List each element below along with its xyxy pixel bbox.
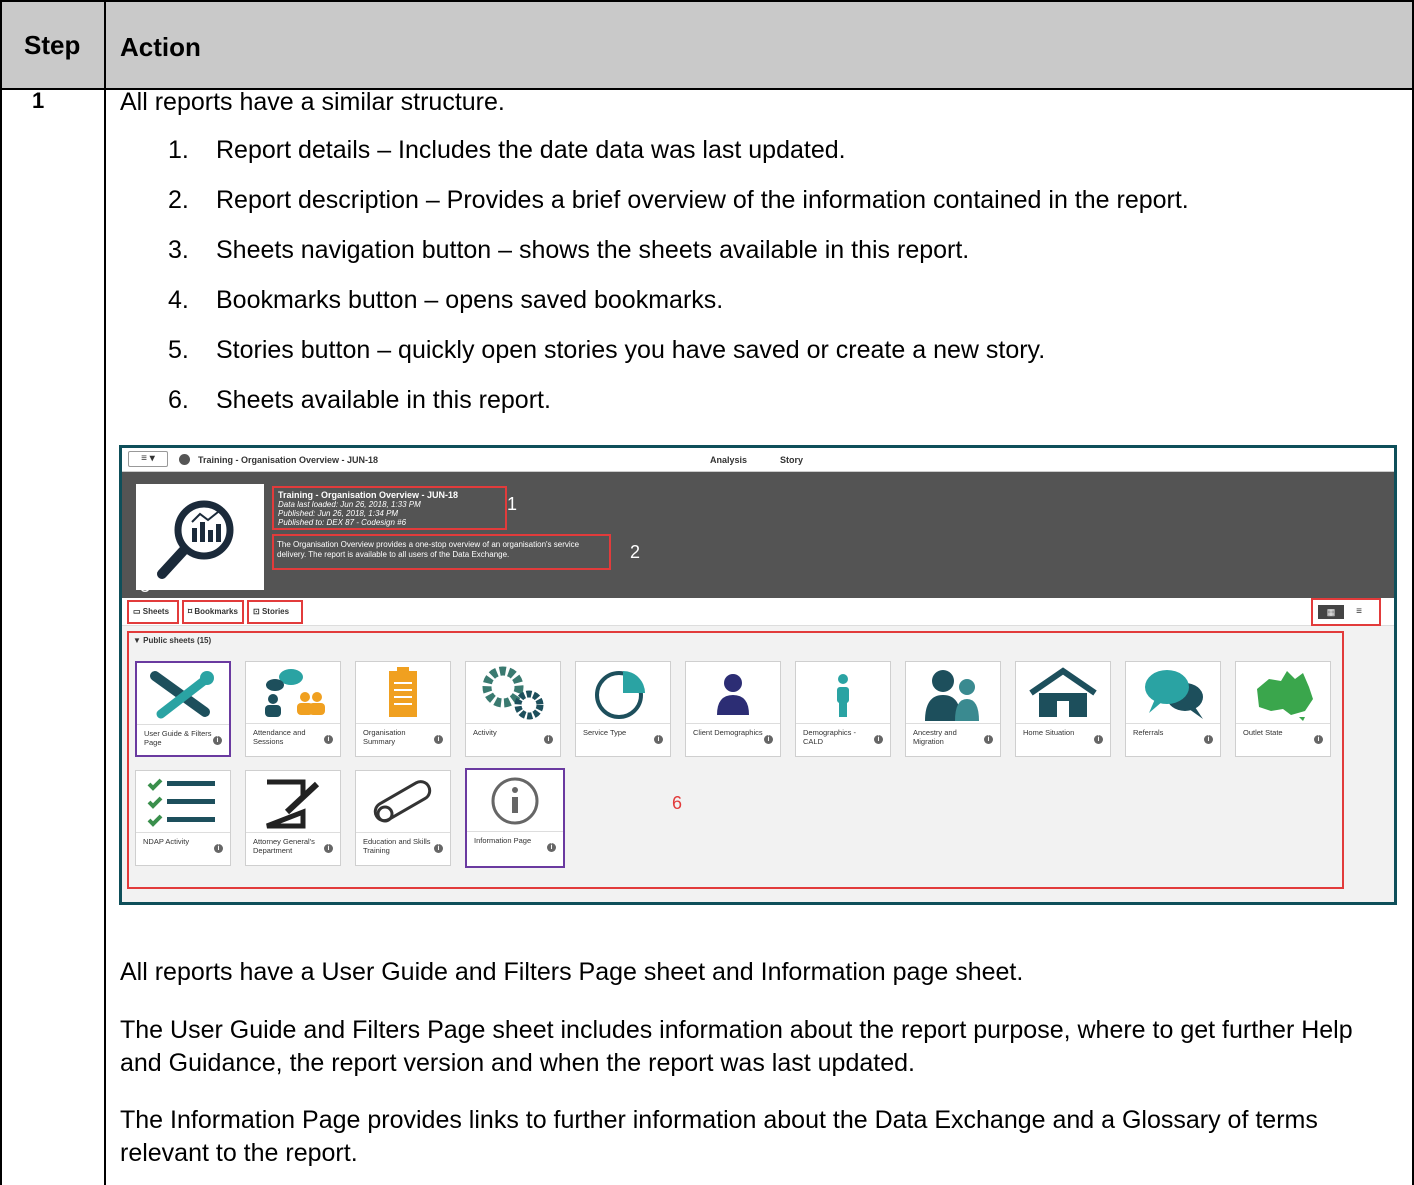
public-sheets-label[interactable]: ▼ Public sheets (15) [133, 636, 211, 645]
sheet-tabbar: ▭ Sheets ⌑ Bookmarks ⊡ Stories ▦ ≡ [122, 598, 1394, 626]
list-view-icon[interactable]: ≡ [1346, 605, 1372, 619]
step-number: 1 [32, 88, 45, 113]
marker-6: 6 [672, 793, 683, 813]
sheet-card-activity[interactable]: Activity i [465, 661, 561, 757]
marker-2: 2 [630, 542, 641, 562]
sheet-card-organisation-summary[interactable]: Organisation Summary i [355, 661, 451, 757]
marker-3: 3 [140, 576, 151, 596]
sheets-tab[interactable]: ▭ Sheets [127, 600, 179, 624]
sheet-card-attendance[interactable]: Attendance and Sessions i [245, 661, 341, 757]
person-icon [717, 673, 749, 715]
info-icon[interactable]: i [1094, 735, 1103, 744]
sheet-card-service-type[interactable]: Service Type i [575, 661, 671, 757]
marker-4: 4 [202, 574, 213, 594]
magnifier-chart-icon [157, 500, 234, 579]
sheet-card-education[interactable]: Education and Skills Training i [355, 770, 451, 866]
info-icon[interactable]: i [434, 844, 443, 853]
sheet-card-attorney-general[interactable]: Attorney General's Department i [245, 770, 341, 866]
report-description-box: The Organisation Overview provides a one… [272, 534, 611, 570]
info-icon[interactable]: i [324, 844, 333, 853]
sheet-card-home-situation[interactable]: Home Situation i [1015, 661, 1111, 757]
info-icon[interactable]: i [434, 735, 443, 744]
nav-analysis[interactable]: Analysis [710, 455, 747, 465]
gears-icon [482, 666, 544, 719]
menu-button[interactable]: ≡ ▾ [128, 451, 168, 467]
list-item: 5. Stories button – quickly open stories … [168, 336, 1046, 364]
report-details-box: Training - Organisation Overview - JUN-1… [272, 486, 507, 530]
info-icon[interactable]: i [547, 843, 556, 852]
column-divider [104, 0, 106, 1185]
edit-document-icon [266, 779, 320, 828]
clipboard-icon [389, 666, 417, 717]
sheet-card-client-demographics[interactable]: Client Demographics i [685, 661, 781, 757]
list-item: 2. Report description – Provides a brief … [168, 186, 1189, 214]
info-circle-icon [491, 777, 539, 824]
sheet-card-outlet-state[interactable]: Outlet State i [1235, 661, 1331, 757]
australia-map-icon [1257, 670, 1313, 721]
info-icon[interactable]: i [213, 736, 222, 745]
info-icon[interactable]: i [874, 735, 883, 744]
stories-tab[interactable]: ⊡ Stories [247, 600, 303, 624]
marker-5: 5 [250, 574, 261, 594]
paragraph-2: The User Guide and Filters Page sheet in… [120, 1016, 1353, 1077]
two-people-icon [925, 669, 979, 721]
info-icon[interactable]: i [1204, 735, 1213, 744]
tools-icon [150, 670, 214, 718]
table-header: Step Action [2, 0, 1412, 90]
info-icon[interactable]: i [984, 735, 993, 744]
structure-list: 1. Report details – Includes the date dat… [168, 136, 1189, 436]
instruction-table: Step Action 1 All reports have a similar… [0, 0, 1414, 1185]
bookmarks-tab[interactable]: ⌑ Bookmarks [182, 600, 244, 624]
list-item: 4. Bookmarks button – opens saved bookmar… [168, 286, 724, 314]
info-icon[interactable]: i [654, 735, 663, 744]
paragraph-3: The Information Page provides links to f… [120, 1106, 1318, 1167]
nav-story[interactable]: Story [780, 455, 803, 465]
report-header-panel: Training - Organisation Overview - JUN-1… [122, 472, 1394, 598]
house-icon [1029, 666, 1097, 717]
header-step: Step [24, 30, 81, 60]
sheet-card-demographics-cald[interactable]: Demographics - CALD i [795, 661, 891, 757]
public-sheets-area: ▼ Public sheets (15) User Guide & Filter… [127, 631, 1344, 889]
header-action: Action [120, 32, 201, 62]
speech-bubbles-icon [1145, 669, 1203, 719]
sheet-card-ancestry[interactable]: Ancestry and Migration i [905, 661, 1001, 757]
info-icon[interactable]: i [214, 844, 223, 853]
info-icon[interactable]: i [544, 735, 553, 744]
info-icon[interactable]: i [324, 735, 333, 744]
grid-view-icon[interactable]: ▦ [1318, 605, 1344, 619]
sheet-card-information-page[interactable]: Information Page i [465, 768, 565, 868]
sheet-card-referrals[interactable]: Referrals i [1125, 661, 1221, 757]
diploma-icon [373, 779, 432, 822]
report-screenshot: ≡ ▾ Training - Organisation Overview - J… [119, 445, 1397, 905]
app-title: Training - Organisation Overview - JUN-1… [198, 455, 379, 465]
figure-icon [837, 673, 849, 717]
paragraph-1: All reports have a User Guide and Filter… [120, 958, 1024, 986]
app-toolbar: ≡ ▾ Training - Organisation Overview - J… [122, 448, 1394, 472]
list-item: 6. Sheets available in this report. [168, 386, 551, 414]
app-icon [179, 454, 190, 465]
checklist-icon [147, 778, 215, 827]
sheet-card-ndap-activity[interactable]: NDAP Activity i [135, 770, 231, 866]
view-toggle[interactable]: ▦ ≡ [1311, 598, 1381, 626]
info-icon[interactable]: i [1314, 735, 1323, 744]
info-icon[interactable]: i [764, 735, 773, 744]
list-item: 1. Report details – Includes the date dat… [168, 136, 846, 164]
pie-icon [595, 670, 645, 719]
marker-1: 1 [507, 494, 518, 514]
intro-text: All reports have a similar structure. [120, 88, 505, 116]
report-thumbnail [136, 484, 264, 590]
sheet-card-user-guide[interactable]: User Guide & Filters Page i [135, 661, 231, 757]
people-chat-icon [265, 668, 325, 717]
list-item: 3. Sheets navigation button – shows the s… [168, 236, 970, 264]
